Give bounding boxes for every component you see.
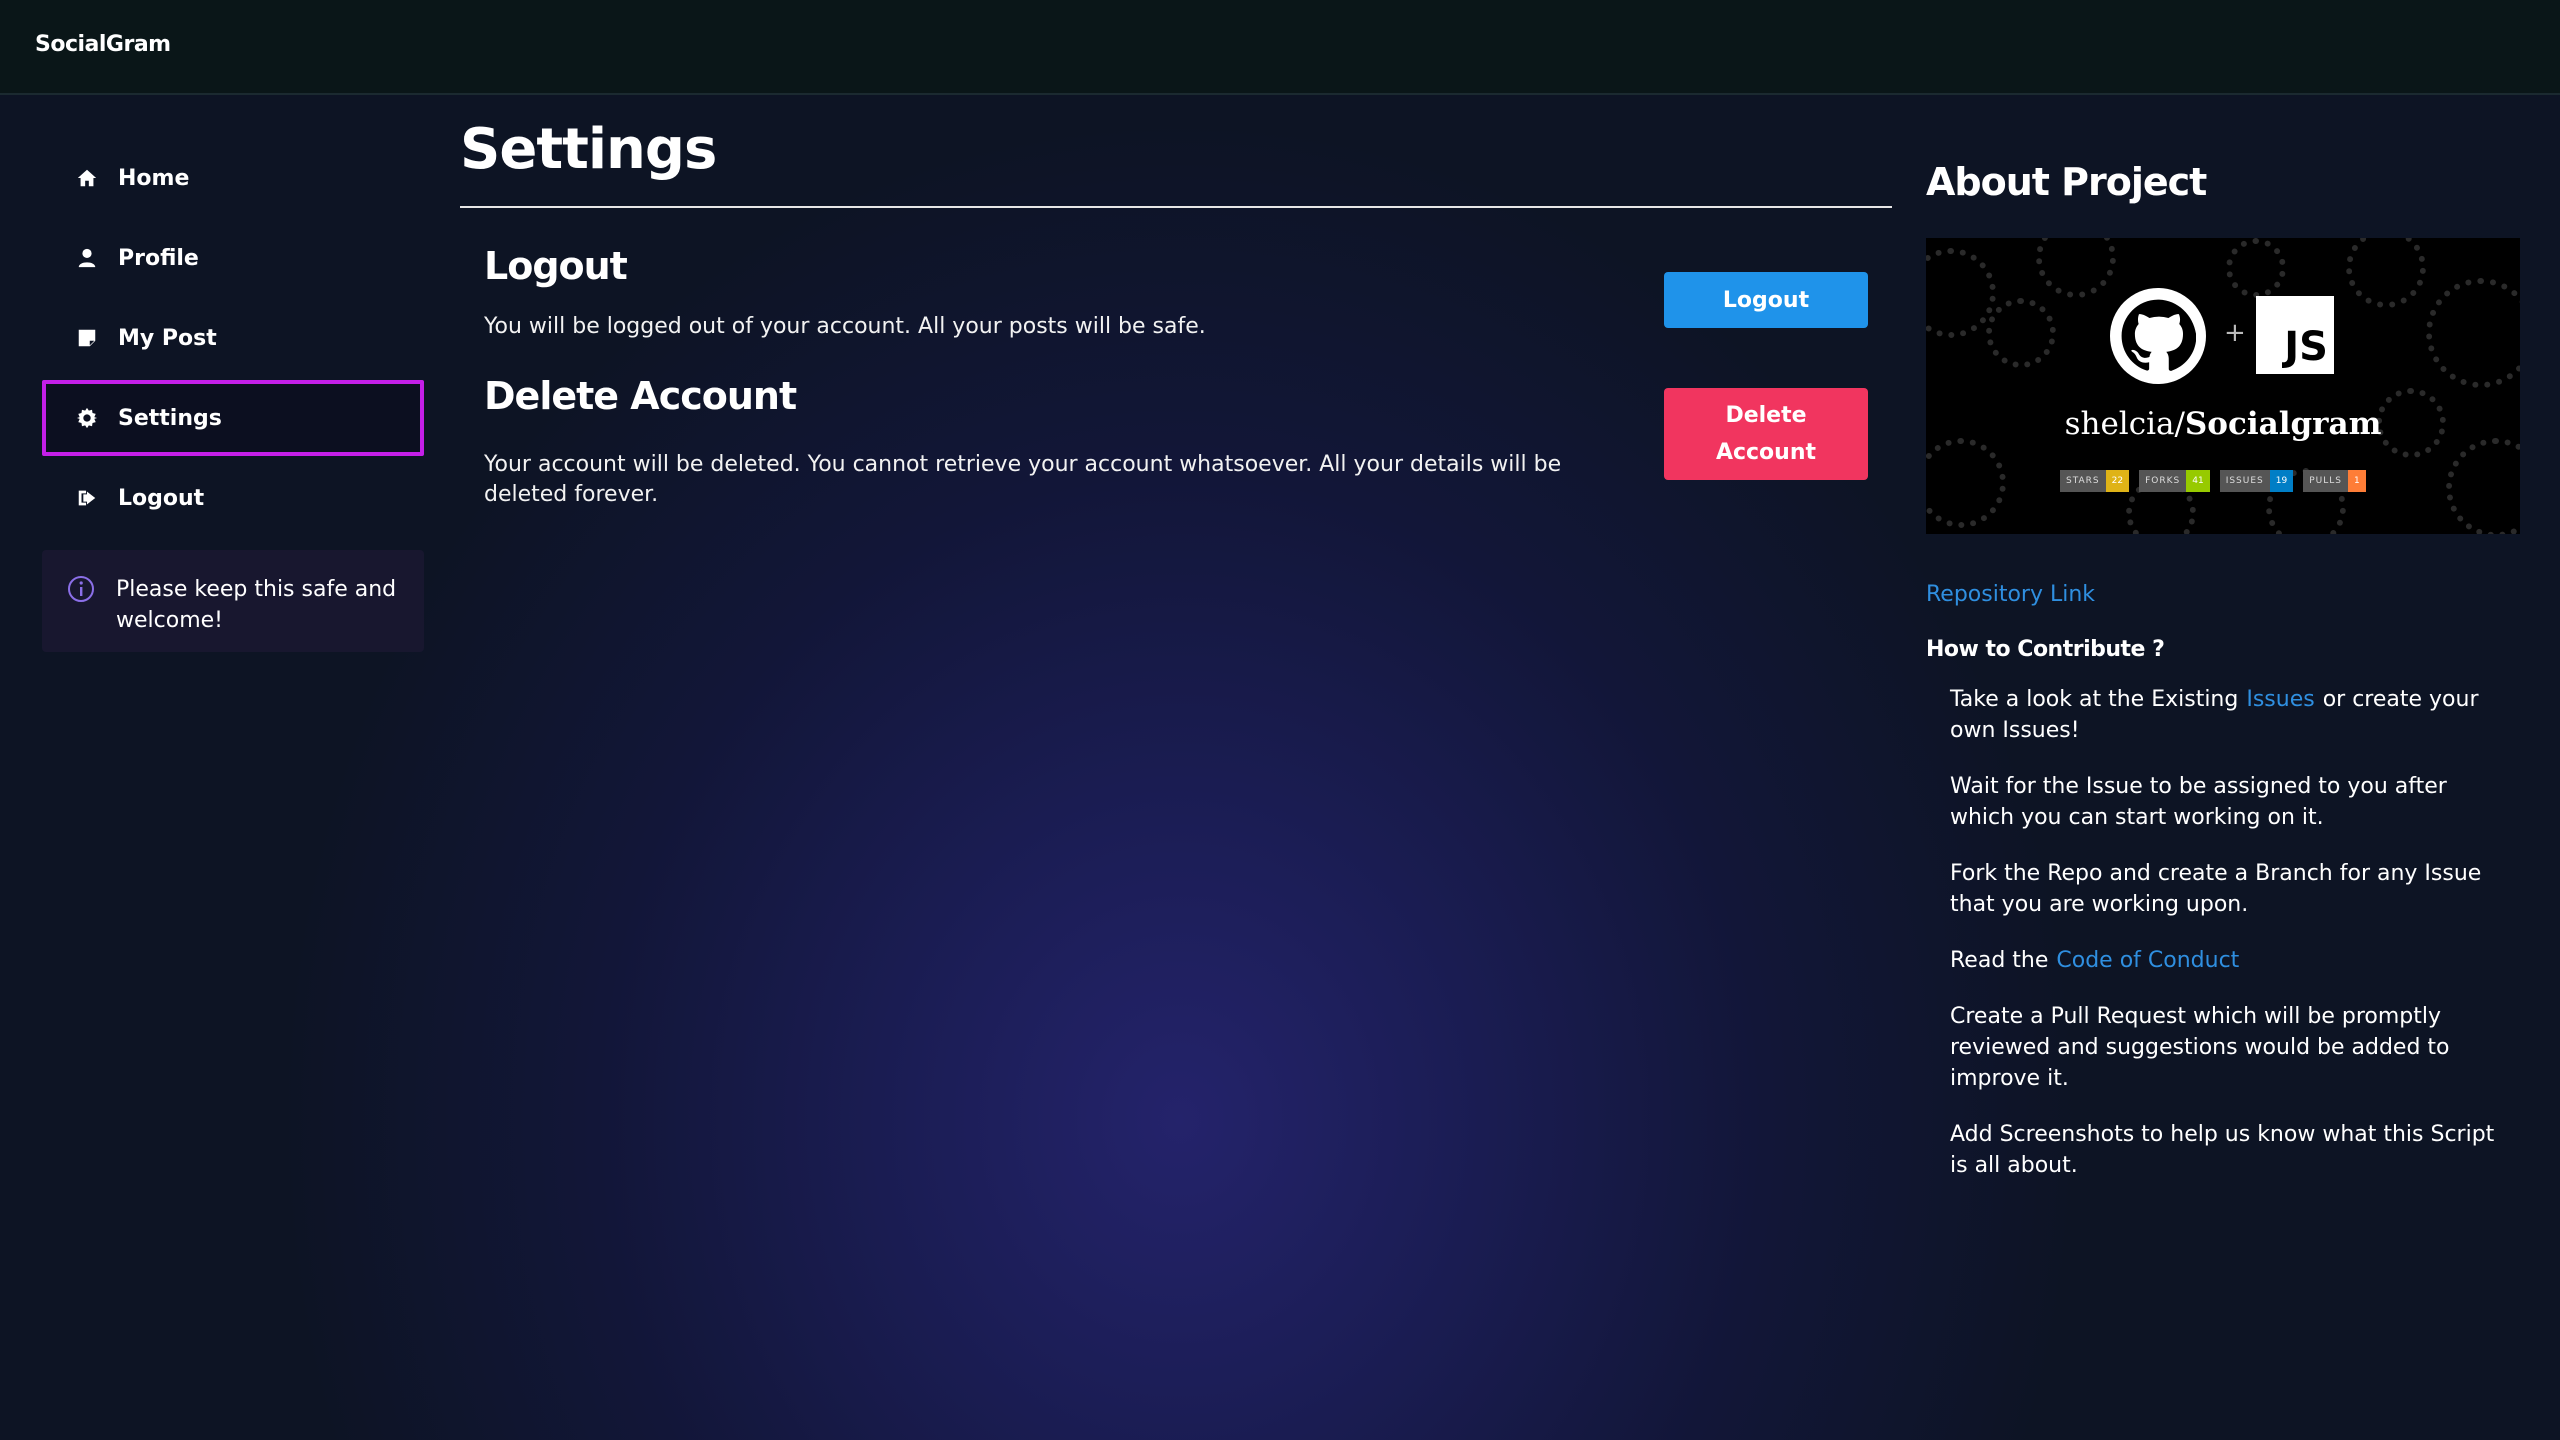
repo-owner: shelcia/ <box>2064 406 2185 442</box>
gear-decoration <box>2036 238 2116 298</box>
about-project-panel: About Project + JS shelcia/Socialgram ST… <box>1926 160 2520 1206</box>
list-item: Fork the Repo and create a Branch for an… <box>1950 861 2482 917</box>
user-icon <box>74 245 100 271</box>
sidebar-item-profile[interactable]: Profile <box>42 220 424 296</box>
logout-button[interactable]: Logout <box>1664 272 1868 328</box>
gear-decoration <box>2226 238 2286 298</box>
sidebar-item-label: Settings <box>118 405 222 431</box>
sidebar-item-home[interactable]: Home <box>42 140 424 216</box>
sidebar-item-label: Logout <box>118 485 205 511</box>
forks-badge: FORKS 41 <box>2139 470 2210 492</box>
brand-logo[interactable]: SocialGram <box>35 32 171 57</box>
delete-button-line1: Delete <box>1725 403 1807 428</box>
pulls-badge: PULLS 1 <box>2303 470 2366 492</box>
sign-out-icon <box>74 485 100 511</box>
list-item: Add Screenshots to help us know what thi… <box>1950 1122 2495 1178</box>
contribute-title: How to Contribute ? <box>1926 637 2165 662</box>
gear-decoration <box>2446 438 2520 534</box>
note-icon <box>74 325 100 351</box>
stars-badge: STARS 22 <box>2060 470 2130 492</box>
gear-decoration <box>2346 238 2426 308</box>
sidebar-item-label: My Post <box>118 325 217 351</box>
info-text: Please keep this safe and welcome! <box>116 577 397 633</box>
repo-name: Socialgram <box>2184 406 2382 442</box>
sidebar-item-settings[interactable]: Settings <box>42 380 424 456</box>
gear-decoration <box>1986 298 2056 368</box>
sidebar: Home Profile My Post Settings Logout Ple… <box>42 140 424 652</box>
gear-decoration <box>2426 278 2520 388</box>
code-of-conduct-link[interactable]: Code of Conduct <box>2048 948 2247 973</box>
list-item: Wait for the Issue to be assigned to you… <box>1950 774 2447 830</box>
top-navbar: SocialGram <box>0 0 2560 95</box>
banner-repo-name: shelcia/Socialgram <box>1926 406 2520 442</box>
plus-sign: + <box>2224 318 2246 348</box>
repository-link[interactable]: Repository Link <box>1926 582 2520 607</box>
list-item: Read the Code of Conduct <box>1950 945 2510 976</box>
settings-main: Settings Logout You will be logged out o… <box>460 110 1892 510</box>
sidebar-item-label: Profile <box>118 245 199 271</box>
contribute-steps: Take a look at the Existing Issues or crea… <box>1926 684 2520 1181</box>
sidebar-item-logout[interactable]: Logout <box>42 460 424 536</box>
issues-badge: ISSUES 19 <box>2219 470 2294 492</box>
logout-section: Logout You will be logged out of your ac… <box>460 208 1892 368</box>
delete-button-line2: Account <box>1715 440 1817 465</box>
list-item: Create a Pull Request which will be prom… <box>1950 1004 2450 1091</box>
issues-link[interactable]: Issues <box>2238 687 2322 712</box>
repo-badges: STARS 22 FORKS 41 ISSUES 19 PULLS 1 <box>2060 470 2366 492</box>
sidebar-item-my-post[interactable]: My Post <box>42 300 424 376</box>
sidebar-item-label: Home <box>118 165 190 191</box>
delete-account-button[interactable]: Delete Account <box>1664 388 1868 480</box>
list-item: Take a look at the Existing Issues or crea… <box>1950 687 2479 743</box>
delete-account-description: Your account will be deleted. You cannot… <box>484 452 1562 507</box>
page-title: Settings <box>460 117 717 182</box>
gear-decoration <box>1926 438 2006 528</box>
delete-account-section: Delete Account Your account will be dele… <box>460 368 1892 510</box>
home-icon <box>74 165 100 191</box>
github-icon <box>2110 288 2206 384</box>
about-title: About Project <box>1926 160 2207 204</box>
gear-icon <box>74 405 100 431</box>
info-notice: Please keep this safe and welcome! <box>42 550 424 652</box>
project-banner-image: + JS shelcia/Socialgram STARS 22 FORKS 41 … <box>1926 238 2520 534</box>
gear-decoration <box>1926 248 1996 338</box>
info-icon <box>66 574 96 608</box>
js-logo-icon: JS <box>2256 296 2334 374</box>
